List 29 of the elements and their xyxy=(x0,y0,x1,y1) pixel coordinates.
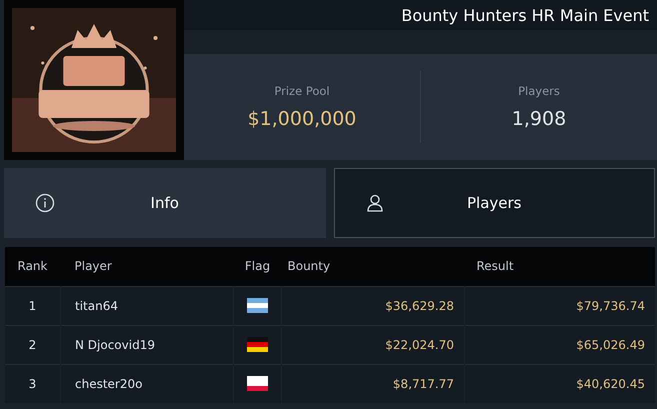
result-amount: $65,026.49 xyxy=(576,338,645,352)
column-header: Result xyxy=(476,259,514,274)
player-name: chester20o xyxy=(75,376,142,391)
result-amount: $79,736.74 xyxy=(576,298,645,312)
column-header: Player xyxy=(74,259,112,274)
stat-label: Prize Pool xyxy=(274,84,330,98)
column-header: Bounty xyxy=(288,259,330,274)
flag-icon xyxy=(247,298,268,314)
bounty-amount: $8,717.77 xyxy=(392,376,454,391)
user-icon xyxy=(364,193,384,213)
rank-cell: 3 xyxy=(28,376,36,391)
stat-label: Players xyxy=(518,84,560,98)
player-name: titan64 xyxy=(75,298,118,312)
bounty-amount: $36,629.28 xyxy=(385,298,454,312)
rank-cell: 2 xyxy=(28,338,36,352)
stat-value: 1,908 xyxy=(512,108,566,130)
stat-value: $1,000,000 xyxy=(248,108,356,130)
tab[interactable]: Info xyxy=(4,168,326,238)
flag-icon xyxy=(247,376,268,392)
rank-cell: 1 xyxy=(28,298,36,312)
result-amount: $40,620.45 xyxy=(576,376,645,391)
info-icon xyxy=(35,193,55,213)
column-header: Rank xyxy=(18,259,48,274)
event-title: Bounty Hunters HR Main Event xyxy=(401,6,649,24)
column-header: Flag xyxy=(244,259,270,274)
flag-icon xyxy=(247,337,268,352)
tab[interactable]: Players xyxy=(334,168,655,238)
player-name: N Djocovid19 xyxy=(75,338,155,352)
bounty-amount: $22,024.70 xyxy=(385,338,454,352)
